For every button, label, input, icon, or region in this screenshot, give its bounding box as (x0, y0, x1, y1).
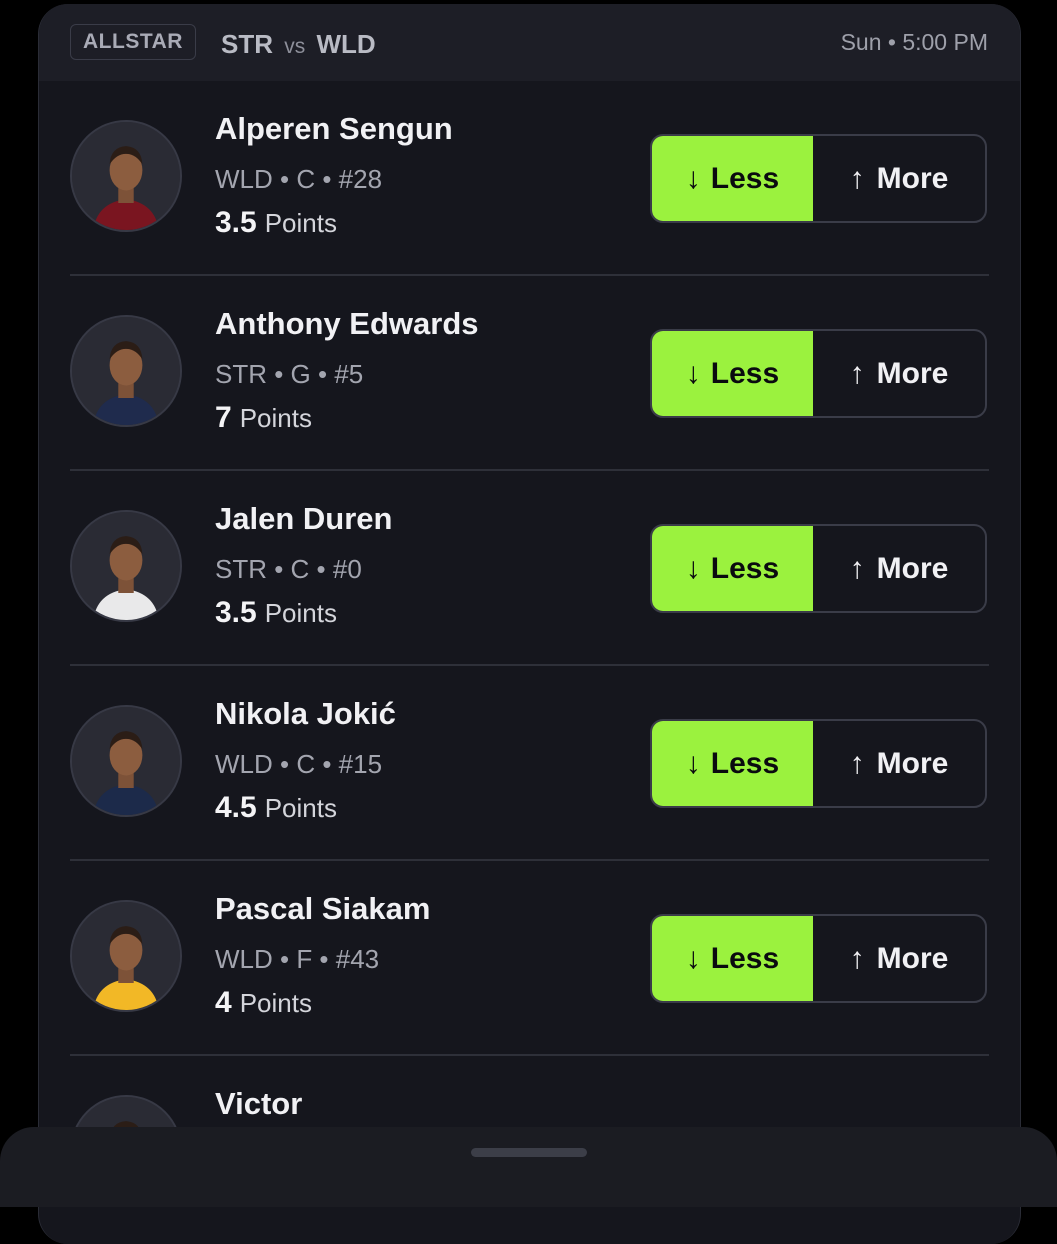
arrow-down-icon: ↓ (685, 551, 701, 585)
player-row: Pascal Siakam WLD • F • #43 4 Points ↓ Less ↑ M… (39, 861, 1020, 1056)
player-name: Anthony Edwards (215, 306, 479, 341)
less-button[interactable]: ↓ Less (652, 331, 813, 416)
more-button[interactable]: ↑ More (813, 721, 985, 806)
projection-line: 3.5 Points (215, 206, 337, 240)
less-label: Less (710, 551, 780, 585)
game-card: ALLSTAR STR vs WLD Sun • 5:00 PM Alperen… (38, 4, 1021, 1244)
pick-toggle: ↓ Less ↑ More (650, 134, 987, 223)
player-meta: WLD • C • #15 (215, 749, 383, 779)
player-row: Alperen Sengun WLD • C • #28 3.5 Points ↓ Les… (39, 81, 1020, 276)
more-button[interactable]: ↑ More (813, 136, 985, 221)
player-name: Pascal Siakam (215, 891, 431, 926)
player-name: Jalen Duren (215, 501, 393, 536)
player-meta: WLD • C • #28 (215, 164, 383, 194)
stat-label: Points (264, 208, 337, 238)
arrow-up-icon: ↑ (849, 356, 865, 390)
less-label: Less (710, 161, 780, 195)
game-header: ALLSTAR STR vs WLD Sun • 5:00 PM (39, 4, 1020, 81)
projection-line: 3.5 Points (215, 596, 337, 630)
more-button[interactable]: ↑ More (813, 331, 985, 416)
stat-label: Points (239, 988, 312, 1018)
pick-toggle: ↓ Less ↑ More (650, 914, 987, 1003)
projection-line: 7 Points (215, 401, 312, 435)
less-label: Less (710, 941, 780, 975)
player-meta: STR • G • #5 (215, 359, 364, 389)
stat-label: Points (239, 403, 312, 433)
stat-label: Points (264, 793, 337, 823)
arrow-up-icon: ↑ (849, 551, 865, 585)
player-row: Anthony Edwards STR • G • #5 7 Points ↓ Less ↑… (39, 276, 1020, 471)
more-label: More (876, 551, 949, 585)
arrow-up-icon: ↑ (849, 941, 865, 975)
player-avatar (70, 120, 182, 232)
less-label: Less (710, 746, 780, 780)
less-label: Less (710, 356, 780, 390)
team-away: WLD (316, 29, 376, 59)
player-name: Victor (215, 1086, 303, 1121)
projection-value: 7 (215, 401, 232, 434)
arrow-up-icon: ↑ (849, 161, 865, 195)
pick-toggle: ↓ Less ↑ More (650, 524, 987, 613)
projection-value: 3.5 (215, 596, 257, 629)
less-button[interactable]: ↓ Less (652, 136, 813, 221)
more-label: More (876, 161, 949, 195)
player-avatar (70, 315, 182, 427)
player-avatar (70, 510, 182, 622)
projection-line: 4.5 Points (215, 791, 337, 825)
player-row: Nikola Jokić WLD • C • #15 4.5 Points ↓ Less ↑… (39, 666, 1020, 861)
player-avatar (70, 705, 182, 817)
arrow-up-icon: ↑ (849, 746, 865, 780)
league-badge: ALLSTAR (70, 24, 196, 60)
more-label: More (876, 356, 949, 390)
pick-toggle: ↓ Less ↑ More (650, 719, 987, 808)
more-label: More (876, 941, 949, 975)
projection-value: 3.5 (215, 206, 257, 239)
sheet-handle[interactable] (471, 1148, 587, 1157)
vs-label: vs (284, 35, 306, 58)
arrow-down-icon: ↓ (685, 941, 701, 975)
matchup: STR vs WLD (221, 29, 376, 60)
arrow-down-icon: ↓ (685, 356, 701, 390)
player-name: Alperen Sengun (215, 111, 453, 146)
more-button[interactable]: ↑ More (813, 916, 985, 1001)
bottom-sheet[interactable] (0, 1127, 1057, 1207)
player-row: Jalen Duren STR • C • #0 3.5 Points ↓ Less ↑ Mo… (39, 471, 1020, 666)
less-button[interactable]: ↓ Less (652, 526, 813, 611)
more-button[interactable]: ↑ More (813, 526, 985, 611)
player-meta: WLD • F • #43 (215, 944, 380, 974)
game-time: Sun • 5:00 PM (840, 29, 988, 55)
player-name: Nikola Jokić (215, 696, 396, 731)
team-home: STR (221, 29, 273, 59)
projection-line: 4 Points (215, 986, 312, 1020)
player-meta: STR • C • #0 (215, 554, 362, 584)
projection-value: 4 (215, 986, 232, 1019)
less-button[interactable]: ↓ Less (652, 721, 813, 806)
arrow-down-icon: ↓ (685, 746, 701, 780)
pick-toggle: ↓ Less ↑ More (650, 329, 987, 418)
less-button[interactable]: ↓ Less (652, 916, 813, 1001)
projection-value: 4.5 (215, 791, 257, 824)
arrow-down-icon: ↓ (685, 161, 701, 195)
player-avatar (70, 900, 182, 1012)
stat-label: Points (264, 598, 337, 628)
more-label: More (876, 746, 949, 780)
